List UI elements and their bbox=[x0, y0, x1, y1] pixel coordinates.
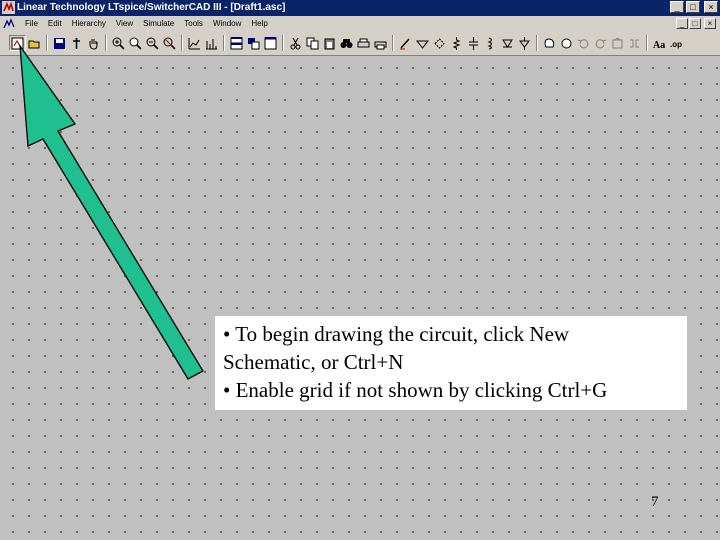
instruction-note: • To begin drawing the circuit, click Ne… bbox=[215, 316, 687, 410]
pointer-arrow bbox=[19, 43, 204, 380]
instruction-line-1: • To begin drawing the circuit, click Ne… bbox=[223, 322, 570, 346]
instruction-line-3: • Enable grid if not shown by clicking C… bbox=[223, 378, 608, 402]
instruction-line-2: Schematic, or Ctrl+N bbox=[223, 350, 404, 374]
page-number: 7 bbox=[651, 494, 659, 510]
